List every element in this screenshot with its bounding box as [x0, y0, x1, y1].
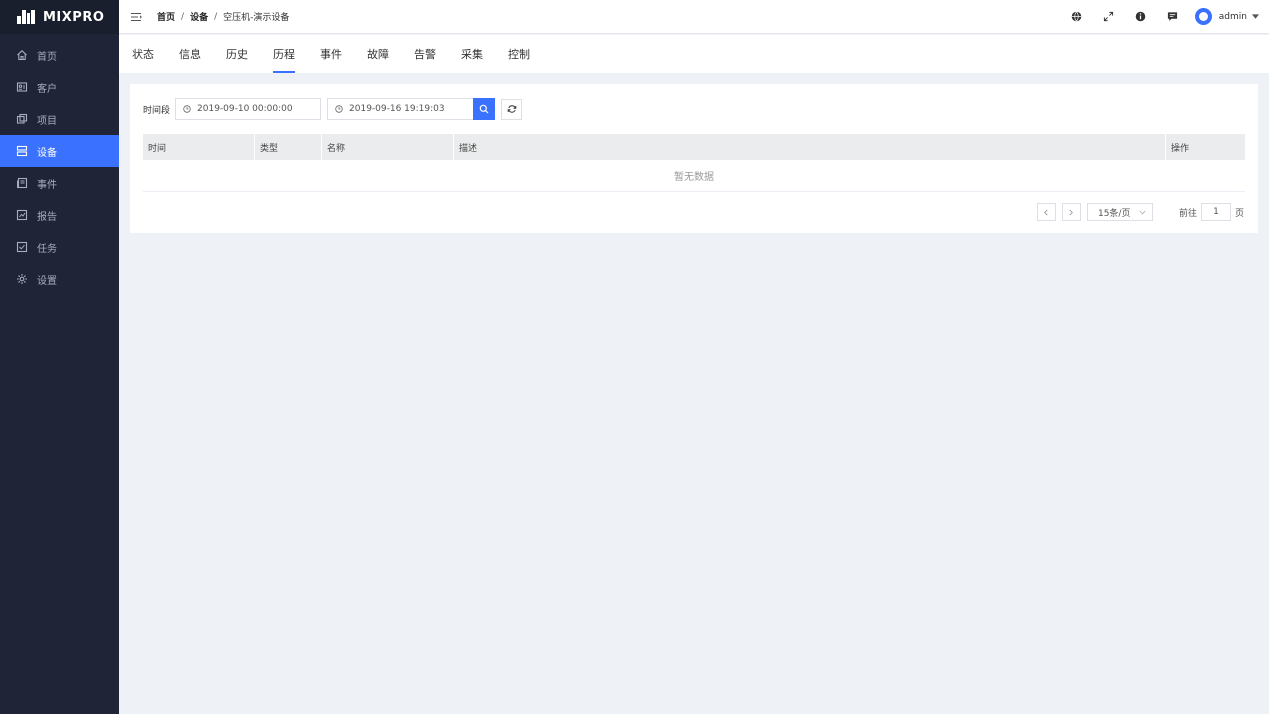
breadcrumb-home[interactable]: 首页: [157, 10, 175, 23]
sidebar-item-label: 设置: [37, 275, 57, 287]
time-filter: 时间段 2019-09-10 00:00:00 2019-09-16 19:19…: [143, 98, 523, 120]
clock-icon: [183, 105, 191, 113]
column-header-name: 名称: [322, 134, 454, 160]
top-header: 首页 / 设备 / 空压机-演示设备 admin: [119, 0, 1269, 34]
sidebar-item-customer[interactable]: 客户: [0, 71, 119, 103]
sidebar-item-label: 任务: [37, 243, 57, 255]
header-actions: admin: [1061, 0, 1269, 34]
brand[interactable]: MIXPRO: [0, 0, 119, 34]
pagination: 15条/页 前往 1 页: [1036, 203, 1244, 221]
tab-control[interactable]: 控制: [508, 35, 530, 73]
chevron-down-icon: [1139, 210, 1146, 214]
prev-page-button[interactable]: [1036, 203, 1056, 221]
table-header: 时间 类型 名称 描述 操作: [143, 134, 1245, 160]
course-table: 时间 类型 名称 描述 操作 暂无数据: [143, 134, 1245, 192]
column-header-actions: 操作: [1171, 143, 1190, 154]
home-icon: [16, 49, 28, 61]
refresh-icon: [507, 105, 516, 113]
username: admin: [1218, 11, 1247, 22]
goto-label: 前往: [1178, 208, 1197, 219]
page-size-select[interactable]: 15条/页: [1086, 203, 1153, 221]
settings-icon: [16, 273, 28, 285]
tabs-bar: 状态 信息 历史 历程 事件 故障 告警 采集 控制: [119, 35, 1269, 73]
breadcrumb-separator: /: [181, 11, 185, 22]
sidebar-item-task[interactable]: 任务: [0, 231, 119, 263]
goto-page-value: 1: [1213, 207, 1219, 217]
brand-name: MIXPRO: [43, 9, 105, 25]
report-icon: [16, 209, 28, 221]
sidebar-item-label: 项目: [37, 115, 57, 127]
tab-history[interactable]: 历史: [226, 35, 248, 73]
start-time-value: 2019-09-10 00:00:00: [197, 104, 293, 114]
end-time-input[interactable]: 2019-09-16 19:19:03: [327, 98, 474, 120]
time-range-label: 时间段: [143, 105, 171, 116]
user-menu[interactable]: admin: [1189, 0, 1269, 34]
tab-events[interactable]: 事件: [320, 35, 342, 73]
event-icon: [16, 177, 28, 189]
info-icon[interactable]: [1125, 0, 1157, 34]
tab-faults[interactable]: 故障: [367, 35, 389, 73]
tab-alarms[interactable]: 告警: [414, 35, 436, 73]
sidebar-item-label: 设备: [37, 147, 57, 159]
start-time-input[interactable]: 2019-09-10 00:00:00: [175, 98, 322, 120]
sidebar-item-settings[interactable]: 设置: [0, 263, 119, 295]
tab-status[interactable]: 状态: [132, 35, 154, 73]
sidebar: MIXPRO 首页 客户 项目 设备 事件 报告 任务 设置: [0, 0, 119, 714]
sidebar-item-label: 事件: [37, 179, 57, 191]
sidebar-item-report[interactable]: 报告: [0, 199, 119, 231]
sidebar-menu: 首页 客户 项目 设备 事件 报告 任务 设置: [0, 39, 119, 295]
tab-info[interactable]: 信息: [179, 35, 201, 73]
breadcrumb: 首页 / 设备 / 空压机-演示设备: [157, 10, 290, 24]
content-card: 时间段 2019-09-10 00:00:00 2019-09-16 19:19…: [130, 84, 1258, 233]
chevron-down-icon: [1252, 14, 1259, 19]
column-header-description: 描述: [454, 134, 1166, 160]
breadcrumb-separator: /: [214, 11, 218, 22]
language-icon[interactable]: [1061, 0, 1093, 34]
device-icon: [16, 145, 28, 157]
empty-state: 暂无数据: [143, 160, 1245, 192]
project-icon: [16, 113, 28, 125]
page-size-value: 15条/页: [1097, 208, 1131, 219]
sidebar-item-label: 客户: [37, 83, 57, 95]
sidebar-item-event[interactable]: 事件: [0, 167, 119, 199]
page-suffix: 页: [1234, 208, 1244, 219]
brand-logo-icon: [17, 10, 35, 24]
tab-course[interactable]: 历程: [273, 35, 295, 73]
refresh-button[interactable]: [501, 98, 523, 120]
message-icon[interactable]: [1157, 0, 1189, 34]
tab-collection[interactable]: 采集: [461, 35, 483, 73]
sidebar-item-project[interactable]: 项目: [0, 103, 119, 135]
sidebar-item-home[interactable]: 首页: [0, 39, 119, 71]
next-page-button[interactable]: [1061, 203, 1081, 221]
breadcrumb-device[interactable]: 设备: [190, 10, 208, 23]
sidebar-item-device[interactable]: 设备: [0, 135, 119, 167]
column-header-type: 类型: [255, 134, 322, 160]
chevron-left-icon: [1044, 209, 1049, 215]
customer-icon: [16, 81, 28, 93]
avatar: [1194, 8, 1212, 25]
column-header-time: 时间: [143, 134, 255, 160]
breadcrumb-current: 空压机-演示设备: [223, 13, 290, 23]
goto-page-input[interactable]: 1: [1200, 203, 1231, 221]
clock-icon: [335, 105, 343, 113]
sidebar-item-label: 首页: [37, 51, 57, 63]
fullscreen-icon[interactable]: [1093, 0, 1125, 34]
task-icon: [16, 241, 28, 253]
menu-toggle-icon[interactable]: [129, 10, 143, 24]
search-button[interactable]: [473, 98, 496, 120]
sidebar-item-label: 报告: [37, 211, 57, 223]
search-icon: [479, 104, 489, 114]
chevron-right-icon: [1069, 209, 1074, 215]
end-time-value: 2019-09-16 19:19:03: [349, 104, 445, 114]
